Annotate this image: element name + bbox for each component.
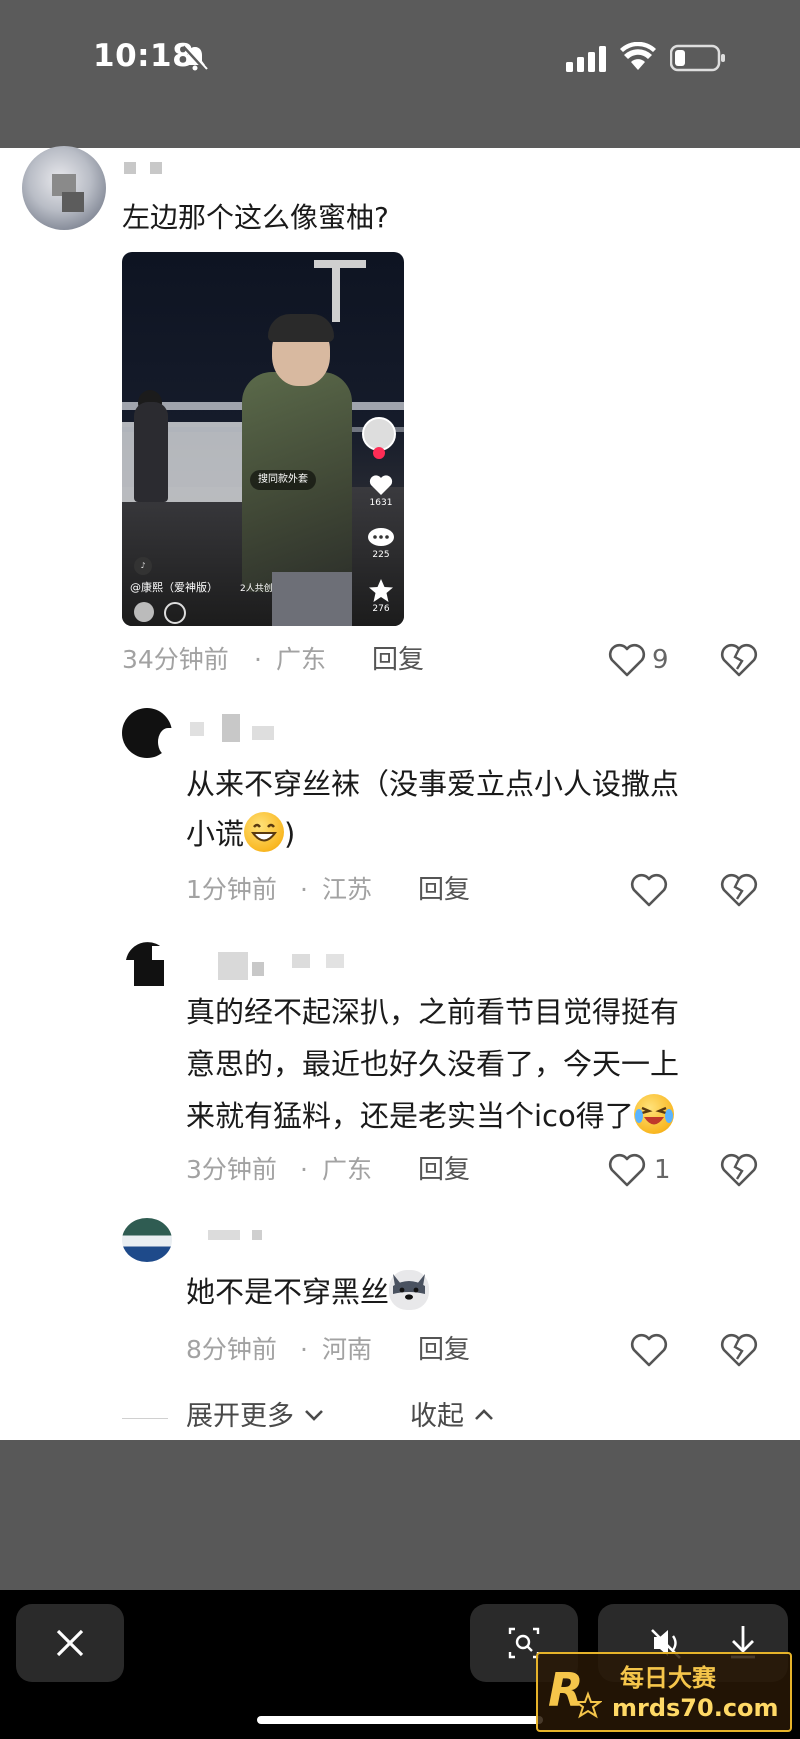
- collapse-label: 收起: [410, 1401, 464, 1432]
- reply-location: 广东: [322, 1155, 373, 1184]
- comment-time: 34分钟前: [122, 645, 229, 674]
- collapse-button[interactable]: 收起: [410, 1400, 495, 1434]
- reply-time: 8分钟前: [186, 1335, 277, 1364]
- video-small-avatar: [134, 602, 154, 622]
- watermark-logo-icon: R: [548, 1663, 602, 1719]
- music-disc-icon: ♪: [134, 557, 152, 575]
- reply-button[interactable]: 回复: [372, 644, 424, 676]
- bell-slash-icon: [182, 44, 208, 72]
- username-mosaic: [124, 162, 136, 174]
- username-mosaic: [252, 726, 274, 740]
- username-mosaic: [150, 162, 162, 174]
- status-time: 10:18: [93, 38, 195, 74]
- watermark-badge: R 每日大赛 mrds70.com: [536, 1652, 792, 1732]
- close-icon: [56, 1629, 84, 1657]
- reply-text: 真的经不起深扒，之前看节目觉得挺有: [186, 995, 680, 1029]
- reply-location: 河南: [322, 1335, 373, 1364]
- reply-avatar[interactable]: [122, 1218, 172, 1262]
- username-mosaic: [208, 1230, 240, 1240]
- dislike-broken-heart-icon[interactable]: [720, 1152, 758, 1188]
- reply-text-tail: ): [284, 817, 296, 851]
- laugh-cry-emoji-icon: [633, 1094, 674, 1134]
- grin-emoji-icon: [244, 812, 285, 852]
- username-mosaic: [252, 962, 264, 976]
- reply-text: 小谎 ): [186, 812, 295, 856]
- reply-time: 1分钟前: [186, 875, 277, 904]
- video-coop-label: 2人共创: [240, 584, 273, 594]
- divider: [122, 1418, 168, 1419]
- dislike-broken-heart-icon[interactable]: [720, 1332, 758, 1368]
- follow-plus-icon: [373, 447, 385, 459]
- video-comment-count: 225: [372, 550, 390, 560]
- like-heart-icon[interactable]: [630, 1332, 668, 1368]
- reply-text-line: 她不是不穿黑丝: [186, 1275, 390, 1309]
- close-button[interactable]: [16, 1604, 124, 1682]
- overlay-zone: [0, 1440, 800, 1590]
- video-small-ring-icon: [164, 602, 186, 624]
- video-creator-avatar: [362, 417, 396, 451]
- reply-location: 江苏: [322, 875, 373, 904]
- meta-separator: ·: [300, 1335, 308, 1364]
- video-like-count: 1631: [369, 498, 393, 508]
- reply-text: 从来不穿丝袜（没事爱立点小人设撒点: [186, 762, 679, 806]
- home-indicator[interactable]: [257, 1716, 543, 1724]
- watermark-url: mrds70.com: [612, 1694, 779, 1722]
- expand-more-label: 展开更多: [186, 1401, 294, 1432]
- reply-button[interactable]: 回复: [418, 1154, 470, 1186]
- comment-location: 广东: [276, 645, 327, 674]
- dislike-broken-heart-icon[interactable]: [720, 872, 758, 908]
- reply-text: 意思的，最近也好久没看了，今天一上: [186, 1047, 680, 1081]
- video-author: @康熙（爱神版）: [130, 581, 218, 594]
- like-heart-icon[interactable]: [630, 872, 668, 908]
- reply-button[interactable]: 回复: [418, 1334, 470, 1366]
- battery-icon: [670, 44, 725, 72]
- like-heart-icon[interactable]: [608, 642, 646, 678]
- dislike-broken-heart-icon[interactable]: [720, 642, 758, 678]
- video-fav-count: 276: [372, 604, 390, 614]
- username-mosaic: [292, 954, 310, 968]
- search-pill: 搜同款外套: [250, 470, 316, 490]
- video-like-icon: [369, 475, 393, 495]
- username-mosaic: [218, 952, 248, 980]
- commenter-avatar[interactable]: [22, 146, 106, 230]
- video-comment-icon: [368, 528, 394, 546]
- meta-separator: ·: [300, 1155, 308, 1184]
- reply-time: 3分钟前: [186, 1155, 277, 1184]
- username-mosaic: [252, 1230, 262, 1240]
- reply-text-line: 来就有猛料，还是老实当个ico得了: [186, 1099, 634, 1133]
- reply-text: 她不是不穿黑丝: [186, 1270, 430, 1314]
- reply-text: 来就有猛料，还是老实当个ico得了: [186, 1094, 674, 1138]
- meta-separator: ·: [300, 875, 308, 904]
- chevron-up-icon: [474, 1409, 493, 1420]
- husky-emoji-icon: [389, 1270, 430, 1310]
- wifi-icon: [620, 42, 656, 70]
- reply-text-line: 从来不穿丝袜（没事爱立点小人设撒点: [186, 767, 680, 801]
- expand-more-button[interactable]: 展开更多: [186, 1400, 325, 1434]
- username-mosaic: [326, 954, 344, 968]
- reply-text-line: 小谎: [186, 817, 245, 851]
- video-favorite-icon: [369, 579, 393, 602]
- username-mosaic: [190, 722, 204, 736]
- watermark-title: 每日大赛: [620, 1664, 716, 1692]
- status-bar: 10:18: [0, 0, 800, 148]
- like-heart-icon[interactable]: [608, 1152, 646, 1188]
- reply-avatar[interactable]: [122, 938, 172, 988]
- cellular-signal-icon: [566, 46, 606, 72]
- video-thumbnail[interactable]: 搜同款外套 1631 225 276 ♪ @康熙（爱神版） 2人共创: [122, 252, 404, 626]
- like-count: 1: [654, 1155, 671, 1185]
- like-count: 9: [652, 645, 669, 675]
- chevron-down-icon: [304, 1410, 323, 1421]
- meta-separator: ·: [254, 645, 262, 674]
- svg-text:R: R: [548, 1663, 583, 1717]
- comment-text: 左边那个这么像蜜柚?: [122, 201, 389, 234]
- avatar-shape: [158, 728, 178, 756]
- reply-button[interactable]: 回复: [418, 874, 470, 906]
- username-mosaic: [222, 714, 240, 742]
